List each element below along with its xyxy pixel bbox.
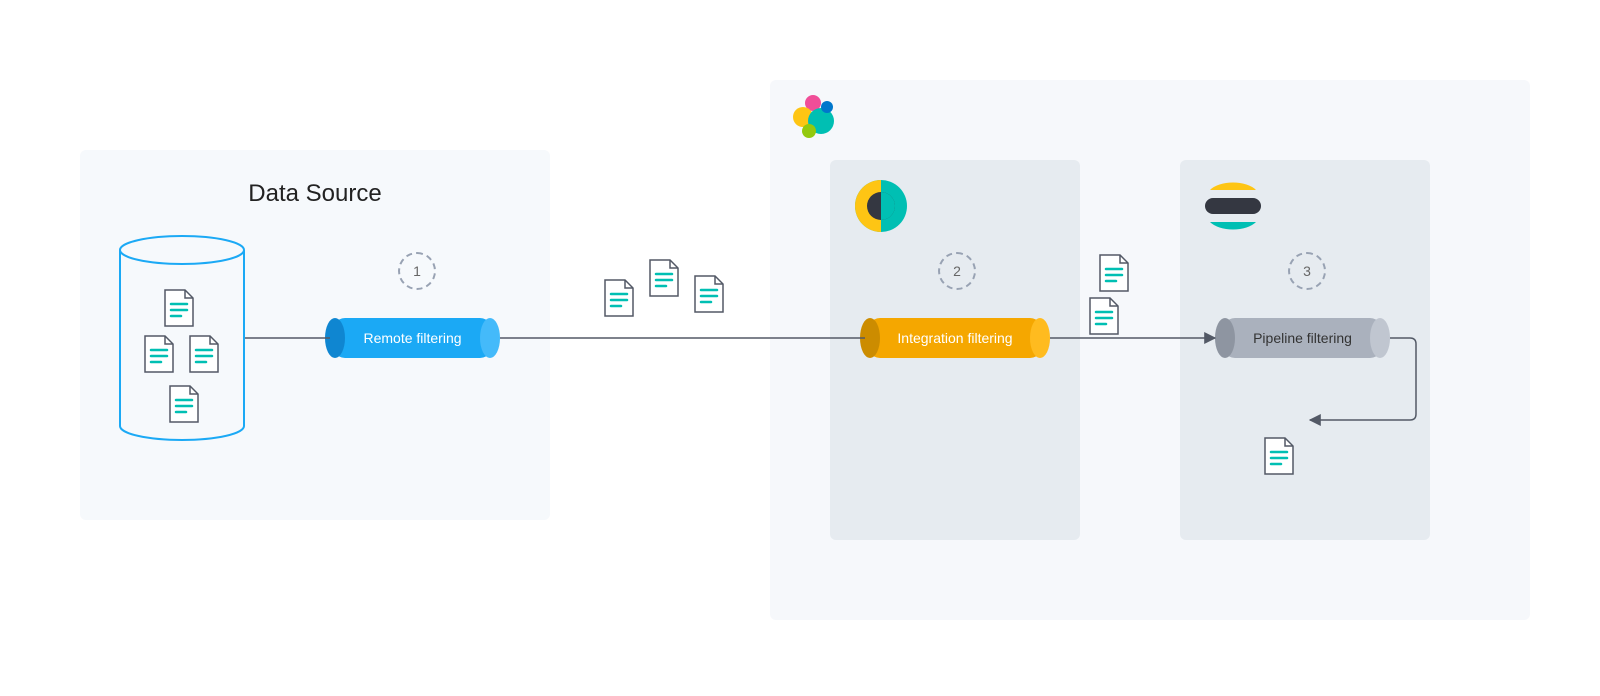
step-num-2: 2 [953, 263, 961, 279]
data-source-title: Data Source [80, 180, 550, 208]
doc-icon [650, 260, 678, 296]
step-badge-3: 3 [1288, 252, 1326, 290]
step-badge-1: 1 [398, 252, 436, 290]
pipe-pipeline-label: Pipeline filtering [1253, 330, 1352, 346]
step-num-1: 1 [413, 263, 421, 279]
step-num-3: 3 [1303, 263, 1311, 279]
step-badge-2: 2 [938, 252, 976, 290]
doc-icon [605, 280, 633, 316]
pipe-pipeline-filtering: Pipeline filtering [1220, 318, 1385, 358]
pipe-integration-filtering: Integration filtering [865, 318, 1045, 358]
doc-icon [695, 276, 723, 312]
pipe-remote-filtering: Remote filtering [330, 318, 495, 358]
diagram-stage: Data Source Remote filtering Integration… [0, 0, 1600, 696]
pipe-integration-label: Integration filtering [897, 330, 1012, 346]
pipe-remote-label: Remote filtering [363, 330, 461, 346]
